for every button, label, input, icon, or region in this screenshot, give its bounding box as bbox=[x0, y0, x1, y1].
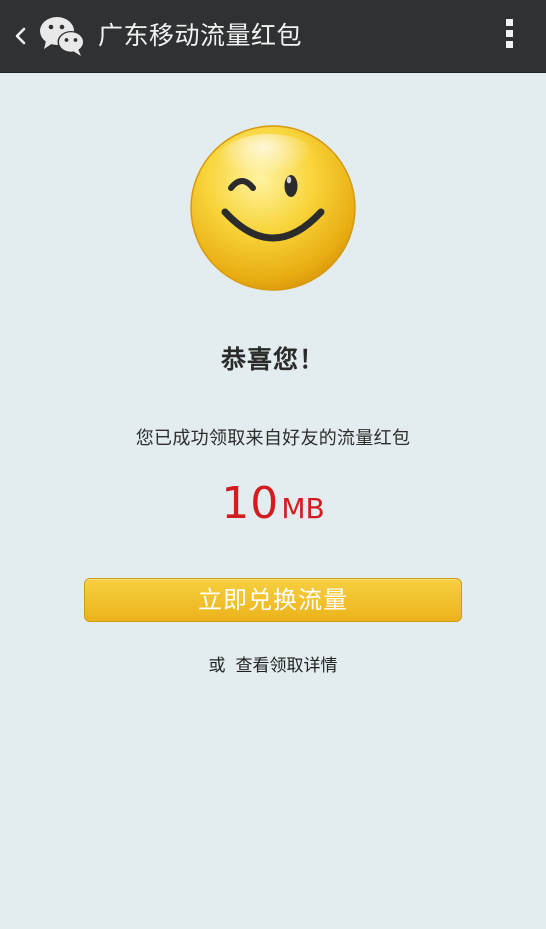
wink-smiley-icon bbox=[190, 125, 356, 291]
chevron-left-icon[interactable] bbox=[10, 20, 30, 52]
wechat-icon bbox=[40, 17, 85, 56]
page-title: 广东移动流量红包 bbox=[98, 21, 303, 50]
amount-value: 10 bbox=[221, 478, 280, 529]
success-message: 您已成功领取来自好友的流量红包 bbox=[135, 428, 411, 449]
congrats-heading: 恭喜您！ bbox=[220, 345, 325, 374]
data-amount: 10MB bbox=[0, 478, 546, 529]
view-details-link[interactable]: 查看领取详情 bbox=[236, 656, 338, 676]
top-bar: 广东移动流量红包 bbox=[0, 0, 546, 73]
more-vertical-icon[interactable] bbox=[502, 17, 516, 55]
amount-unit: MB bbox=[281, 492, 325, 525]
details-row: 或查看领取详情 bbox=[0, 651, 546, 676]
redeem-button[interactable]: 立即兑换流量 bbox=[84, 578, 462, 622]
or-label: 或 bbox=[208, 656, 226, 676]
